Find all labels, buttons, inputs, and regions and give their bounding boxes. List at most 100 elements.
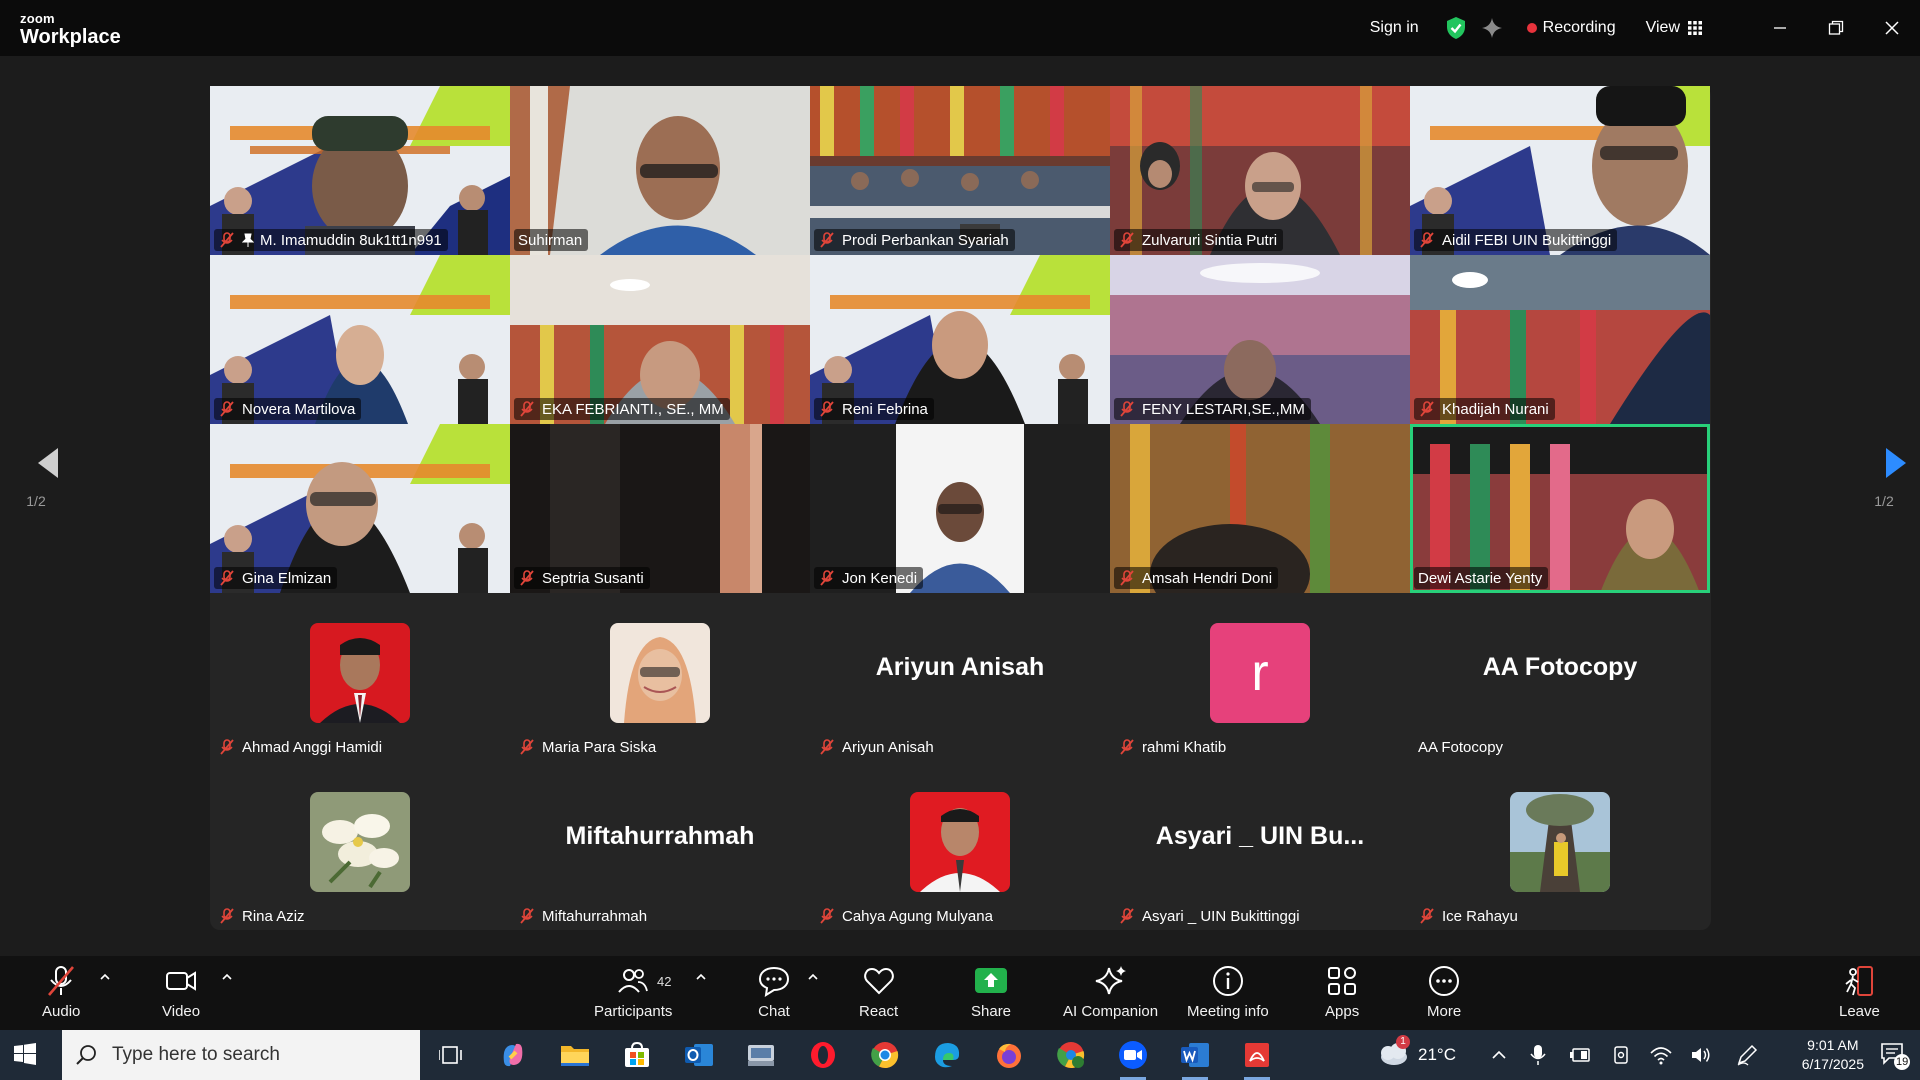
participant-name-tag: Ariyun Anisah xyxy=(814,736,940,758)
restore-button[interactable] xyxy=(1808,0,1864,56)
react-button[interactable]: React xyxy=(859,964,898,1020)
muted-mic-icon xyxy=(820,739,834,755)
participant-name: Dewi Astarie Yenty xyxy=(1418,569,1543,587)
participant-name: Zulvaruri Sintia Putri xyxy=(1142,231,1278,249)
participants-button[interactable]: Participants xyxy=(594,964,672,1020)
chat-options-chevron-up-icon[interactable] xyxy=(806,970,820,984)
participant-name-tag: Aidil FEBI UIN Bukittinggi xyxy=(1414,229,1618,251)
participant-name-tag: AA Fotocopy xyxy=(1414,736,1509,758)
chat-button[interactable]: Chat xyxy=(757,964,791,1020)
microsoft-store-icon[interactable] xyxy=(620,1038,654,1072)
muted-mic-icon xyxy=(520,739,534,755)
leave-button[interactable]: Leave xyxy=(1839,964,1880,1020)
meeting-info-button[interactable]: Meeting info xyxy=(1187,964,1269,1020)
microphone-icon[interactable] xyxy=(1530,1044,1546,1066)
ai-companion-button[interactable]: AI Companion xyxy=(1063,964,1158,1020)
restore-icon xyxy=(1828,20,1844,35)
participant-name-tag: Cahya Agung Mulyana xyxy=(814,905,999,927)
more-button[interactable]: More xyxy=(1427,964,1461,1020)
participant-name: Novera Martilova xyxy=(242,400,356,418)
edge-icon[interactable] xyxy=(930,1038,964,1072)
task-view-icon[interactable] xyxy=(434,1038,468,1072)
system-clock[interactable]: 9:01 AM 6/17/2025 xyxy=(1802,1036,1864,1074)
apps-button[interactable]: Apps xyxy=(1325,964,1359,1020)
participant-name-tag: Jon Kenedi xyxy=(814,567,924,589)
muted-mic-icon xyxy=(1420,232,1434,248)
shield-check-icon[interactable] xyxy=(1445,16,1467,40)
mic-muted-icon xyxy=(48,966,75,996)
notification-center-button[interactable]: 19 xyxy=(1880,1042,1911,1071)
participant-name-tag: Septria Susanti xyxy=(514,567,650,589)
ai-sparkle-icon[interactable] xyxy=(1481,17,1503,39)
grid-icon xyxy=(1688,21,1702,35)
zoom-taskbar-icon[interactable] xyxy=(1116,1038,1150,1080)
notification-count: 19 xyxy=(1894,1054,1911,1070)
participants-count: 42 xyxy=(657,974,672,989)
sign-in-button[interactable]: Sign in xyxy=(1370,19,1419,37)
participant-name: Septria Susanti xyxy=(542,569,644,587)
video-options-chevron-up-icon[interactable] xyxy=(220,970,234,984)
participants-icon xyxy=(618,969,649,993)
minimize-icon xyxy=(1774,27,1786,29)
participant-name: Gina Elmizan xyxy=(242,569,332,587)
participant-name-tag: Novera Martilova xyxy=(214,398,362,420)
muted-mic-icon xyxy=(520,401,534,417)
recording-indicator[interactable]: Recording xyxy=(1526,19,1616,37)
ai-companion-label: AI Companion xyxy=(1063,1003,1159,1020)
video-label: Video xyxy=(162,1003,201,1020)
participant-name: Ariyun Anisah xyxy=(842,738,934,756)
wifi-icon[interactable] xyxy=(1650,1045,1672,1065)
participant-name-tag: Miftahurrahmah xyxy=(514,905,653,927)
pen-icon[interactable] xyxy=(1736,1044,1758,1066)
next-page-button[interactable]: 1/2 xyxy=(1848,446,1920,509)
scanner-app-icon[interactable] xyxy=(744,1038,778,1072)
heart-icon xyxy=(863,967,894,995)
firefox-icon[interactable] xyxy=(992,1038,1026,1072)
view-button[interactable]: View xyxy=(1646,19,1702,37)
clock-time: 9:01 AM xyxy=(1807,1037,1859,1053)
pdf-app-icon[interactable] xyxy=(1240,1038,1274,1080)
muted-mic-icon xyxy=(1120,401,1134,417)
audio-button[interactable]: Audio xyxy=(42,964,80,1020)
battery-icon[interactable] xyxy=(1570,1046,1592,1064)
participant-name-tag: Reni Febrina xyxy=(814,398,934,420)
copilot-icon[interactable] xyxy=(496,1038,530,1072)
chrome-icon[interactable] xyxy=(868,1038,902,1072)
video-button[interactable]: Video xyxy=(162,964,200,1020)
outlook-icon[interactable] xyxy=(682,1038,716,1072)
participant-name-tag: Asyari _ UIN Bukittinggi xyxy=(1114,905,1306,927)
chat-bubble-icon xyxy=(758,966,790,997)
participant-name-tag: Ahmad Anggi Hamidi xyxy=(214,736,388,758)
participant-name: Miftahurrahmah xyxy=(542,907,648,925)
volume-icon[interactable] xyxy=(1690,1045,1712,1065)
participant-name: rahmi Khatib xyxy=(1142,738,1227,756)
apps-icon xyxy=(1328,967,1357,995)
share-button[interactable]: Share xyxy=(971,964,1011,1020)
muted-mic-icon xyxy=(1420,908,1434,924)
minimize-button[interactable] xyxy=(1752,0,1808,56)
chrome-profile-icon[interactable] xyxy=(1054,1038,1088,1072)
word-icon[interactable] xyxy=(1178,1038,1212,1080)
audio-options-chevron-up-icon[interactable] xyxy=(98,970,112,984)
windows-start-icon[interactable] xyxy=(14,1043,36,1065)
taskbar-search-box[interactable]: Type here to search xyxy=(62,1030,420,1080)
participant-name-tag: Ice Rahayu xyxy=(1414,905,1524,927)
participant-name-tag: Gina Elmizan xyxy=(214,567,338,589)
file-explorer-icon[interactable] xyxy=(558,1038,592,1072)
recording-dot-icon xyxy=(1526,23,1537,33)
share-label: Share xyxy=(971,1003,1012,1020)
participant-name-tag: Zulvaruri Sintia Putri xyxy=(1114,229,1284,251)
participant-name: EKA FEBRIANTI., SE., MM xyxy=(542,400,724,418)
participant-name-tag: Dewi Astarie Yenty xyxy=(1414,567,1549,589)
participants-options-chevron-up-icon[interactable] xyxy=(694,970,708,984)
device-icon[interactable] xyxy=(1612,1045,1630,1065)
muted-mic-icon xyxy=(220,570,234,586)
show-hidden-icons-chevron-icon[interactable] xyxy=(1490,1046,1508,1064)
opera-icon[interactable] xyxy=(806,1038,840,1072)
weather-widget[interactable]: 1 xyxy=(1376,1034,1410,1072)
display-name: Ariyun Anisah xyxy=(875,653,1045,681)
close-button[interactable] xyxy=(1864,0,1920,56)
close-icon xyxy=(1885,21,1899,35)
participant-name-tag: M. Imamuddin 8uk1tt1n991 xyxy=(214,229,448,251)
previous-page-button[interactable]: 1/2 xyxy=(0,446,72,509)
